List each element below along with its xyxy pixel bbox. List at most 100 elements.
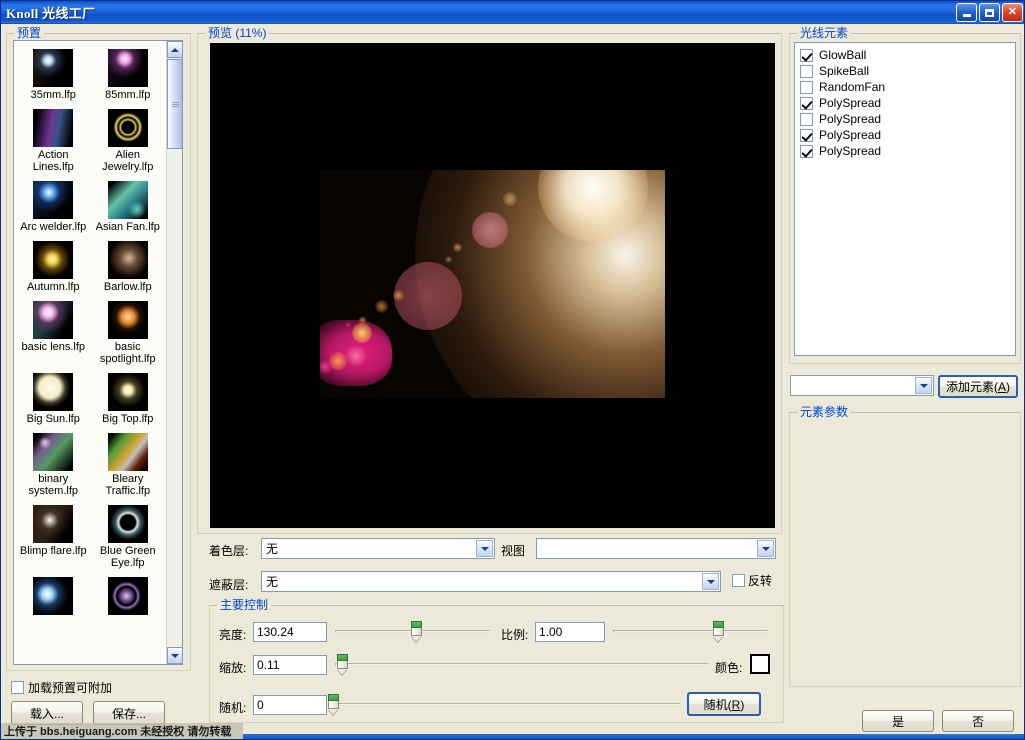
preset-item[interactable]: Bleary Traffic.lfp xyxy=(91,431,166,499)
element-parameters-label: 元素参数 xyxy=(797,405,852,419)
preset-item[interactable]: 35mm.lfp xyxy=(16,47,91,103)
scroll-down-button[interactable] xyxy=(167,647,182,664)
light-element-row[interactable]: PolySpread xyxy=(800,127,1015,143)
invert-checkbox-row[interactable]: 反转 xyxy=(732,572,772,589)
light-element-row[interactable]: PolySpread xyxy=(800,143,1015,159)
random-input[interactable]: 0 xyxy=(253,695,327,715)
preset-item-label: Big Sun.lfp xyxy=(26,413,80,425)
preset-item[interactable]: Asian Fan.lfp xyxy=(91,179,166,235)
preset-item[interactable]: Alien Jewelry.lfp xyxy=(91,107,166,175)
scrollbar-thumb[interactable] xyxy=(167,59,182,149)
light-element-row[interactable]: PolySpread xyxy=(800,95,1015,111)
random-slider[interactable] xyxy=(327,694,681,716)
light-elements-list[interactable]: GlowBall SpikeBall RandomFan PolySpread Poly… xyxy=(794,42,1016,356)
flare-ghost-pink-1 xyxy=(472,212,508,248)
chevron-down-icon[interactable] xyxy=(757,540,774,557)
scroll-up-button[interactable] xyxy=(167,41,182,58)
preset-item[interactable]: Action Lines.lfp xyxy=(16,107,91,175)
color-swatch[interactable] xyxy=(750,654,770,674)
preset-thumbnail xyxy=(107,241,148,279)
light-element-label: PolySpread xyxy=(819,96,882,110)
light-element-checkbox[interactable] xyxy=(800,80,813,94)
slider-thumb[interactable] xyxy=(327,694,339,715)
flare-core xyxy=(538,170,648,242)
preset-item[interactable]: binary system.lfp xyxy=(16,431,91,499)
chevron-down-icon[interactable] xyxy=(915,377,932,394)
brightness-slider[interactable] xyxy=(335,621,490,643)
preset-item-label: basic lens.lfp xyxy=(21,341,86,353)
brightness-input[interactable]: 130.24 xyxy=(253,622,327,642)
preview-canvas[interactable] xyxy=(210,43,775,528)
preset-item[interactable]: Blue Green Eye.lfp xyxy=(91,503,166,571)
preset-scrollbar[interactable] xyxy=(166,41,182,664)
scale-label: 比例: xyxy=(501,628,529,642)
scale-input[interactable]: 1.00 xyxy=(535,622,605,642)
preset-item[interactable]: Barlow.lfp xyxy=(91,239,166,295)
minimize-icon xyxy=(962,14,971,17)
light-element-row[interactable]: RandomFan xyxy=(800,79,1015,95)
invert-checkbox[interactable] xyxy=(732,574,745,587)
add-element-combo[interactable] xyxy=(790,375,934,396)
slider-thumb-tip xyxy=(410,636,421,642)
light-element-checkbox[interactable] xyxy=(800,96,813,110)
preset-item[interactable] xyxy=(16,575,91,619)
light-element-row[interactable]: SpikeBall xyxy=(800,63,1015,79)
slider-thumb[interactable] xyxy=(410,621,422,642)
load-button[interactable]: 载入... xyxy=(11,701,83,725)
append-preset-checkbox-row[interactable]: 加载预置可附加 xyxy=(11,679,112,696)
preset-item[interactable]: basic lens.lfp xyxy=(16,299,91,367)
preset-item[interactable]: Big Sun.lfp xyxy=(16,371,91,427)
preset-item-label: Autumn.lfp xyxy=(26,281,80,293)
preset-item[interactable]: basic spotlight.lfp xyxy=(91,299,166,367)
light-element-row[interactable]: PolySpread xyxy=(800,111,1015,127)
minimize-button[interactable] xyxy=(956,3,977,22)
append-preset-checkbox[interactable] xyxy=(11,681,24,694)
chevron-down-icon xyxy=(171,653,179,658)
light-element-checkbox[interactable] xyxy=(800,48,813,62)
brightness-label: 亮度: xyxy=(219,628,247,642)
preset-item[interactable]: Blimp flare.lfp xyxy=(16,503,91,571)
color-label: 颜色: xyxy=(715,661,743,675)
view-combo[interactable] xyxy=(536,538,776,559)
light-element-row[interactable]: GlowBall xyxy=(800,47,1015,63)
preset-item[interactable] xyxy=(91,575,166,619)
zoom-slider[interactable] xyxy=(335,654,708,676)
mask-layer-combo[interactable]: 无 xyxy=(261,571,721,592)
preset-item[interactable]: Autumn.lfp xyxy=(16,239,91,295)
flare-main-glow xyxy=(415,170,665,398)
slider-thumb[interactable] xyxy=(337,654,349,675)
close-button[interactable]: ✕ xyxy=(1002,3,1023,22)
slider-track xyxy=(329,703,681,706)
preset-item-label: Action Lines.lfp xyxy=(32,149,74,173)
cancel-button[interactable]: 否 xyxy=(942,710,1014,732)
preset-item[interactable]: 85mm.lfp xyxy=(91,47,166,103)
light-element-checkbox[interactable] xyxy=(800,64,813,78)
preset-scroll-area: 35mm.lfp 85mm.lfp Action Lines.lfp Alien Je… xyxy=(14,41,167,664)
slider-track xyxy=(335,663,708,666)
preset-list[interactable]: 35mm.lfp 85mm.lfp Action Lines.lfp Alien Je… xyxy=(13,40,183,665)
append-preset-label: 加载预置可附加 xyxy=(28,681,113,695)
preset-panel: 预置 35mm.lfp 85mm.lfp Action Lines.lfp Alien… xyxy=(6,26,191,671)
color-layer-label: 着色层: xyxy=(209,544,249,558)
zoom-input[interactable]: 0.11 xyxy=(253,655,327,675)
chevron-down-icon[interactable] xyxy=(476,540,493,557)
maximize-restore-button[interactable] xyxy=(979,3,1000,22)
preset-item[interactable]: Big Top.lfp xyxy=(91,371,166,427)
scale-slider[interactable] xyxy=(613,621,768,643)
light-element-checkbox[interactable] xyxy=(800,144,813,158)
add-element-button-label: 添加元素(A) xyxy=(945,380,1010,394)
light-element-checkbox[interactable] xyxy=(800,112,813,126)
slider-thumb[interactable] xyxy=(713,621,725,642)
preset-item-label: basic spotlight.lfp xyxy=(99,341,156,365)
chevron-down-icon[interactable] xyxy=(702,573,719,590)
add-element-button[interactable]: 添加元素(A) xyxy=(938,375,1018,398)
save-button[interactable]: 保存... xyxy=(93,701,165,725)
preset-thumbnail xyxy=(33,241,74,279)
preset-item[interactable]: Arc welder.lfp xyxy=(16,179,91,235)
color-layer-combo[interactable]: 无 xyxy=(261,538,495,559)
flare-poly-orb-yellow xyxy=(352,323,372,343)
light-element-checkbox[interactable] xyxy=(800,128,813,142)
ok-button[interactable]: 是 xyxy=(862,710,934,732)
randomize-button[interactable]: 随机(R) xyxy=(687,692,761,716)
slider-thumb-body xyxy=(410,628,422,636)
